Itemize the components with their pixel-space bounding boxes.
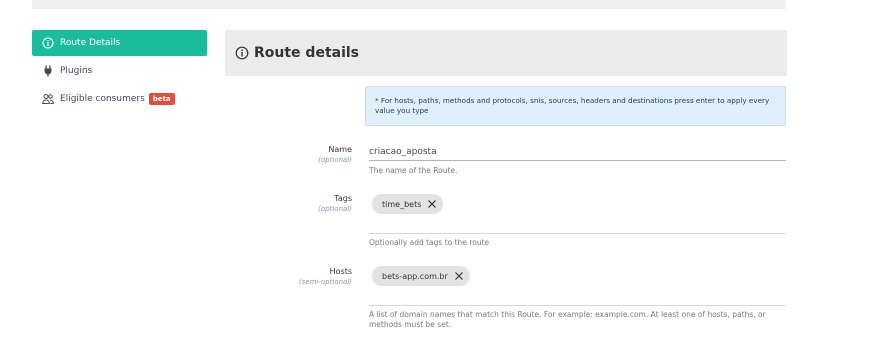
tag-chip: time_bets: [372, 194, 444, 214]
hosts-label-group: Hosts (semi-optional): [299, 267, 352, 286]
info-circle-icon: [235, 46, 249, 60]
name-help: The name of the Route.: [369, 166, 458, 175]
host-chip-label: bets-app.com.br: [382, 271, 448, 281]
users-icon: [41, 92, 55, 106]
name-qualifier: (optional): [318, 156, 352, 164]
tags-qualifier: (optional): [318, 205, 352, 213]
sidebar-item-label: Plugins: [60, 66, 93, 76]
tags-help: Optionally add tags to the route: [369, 238, 490, 247]
info-alert: * For hosts, paths, methods and protocol…: [365, 86, 786, 126]
sidebar-item-eligible-consumers[interactable]: Eligible consumers beta: [32, 86, 207, 112]
hosts-qualifier: (semi-optional): [298, 278, 352, 286]
name-input[interactable]: [369, 144, 786, 161]
tag-chip-label: time_bets: [382, 199, 422, 209]
sidebar-item-label: Eligible consumers: [60, 94, 145, 104]
page-title: Route details: [254, 45, 360, 61]
name-label-group: Name (optional): [318, 145, 352, 164]
tags-input[interactable]: time_bets: [369, 186, 786, 234]
name-label: Name: [328, 145, 352, 154]
beta-badge: beta: [148, 93, 175, 105]
sidebar-item-route-details[interactable]: Route Details: [32, 30, 207, 56]
host-chip: bets-app.com.br: [372, 266, 470, 286]
sidebar-item-label: Route Details: [60, 38, 121, 48]
hosts-label: Hosts: [329, 267, 352, 276]
panel-header: Route details: [225, 30, 787, 76]
info-circle-icon: [41, 36, 55, 50]
tags-label: Tags: [334, 194, 352, 203]
top-strip: [32, 0, 786, 9]
tags-label-group: Tags (optional): [318, 194, 352, 213]
close-icon[interactable]: [427, 199, 437, 209]
plug-icon: [41, 64, 55, 78]
sidebar-item-plugins[interactable]: Plugins: [32, 58, 207, 84]
sidebar: Route Details Plugins Eligible consumers…: [32, 30, 207, 114]
hosts-input[interactable]: bets-app.com.br: [369, 256, 786, 306]
hosts-help: A list of domain names that match this R…: [369, 310, 766, 329]
close-icon[interactable]: [454, 271, 464, 281]
